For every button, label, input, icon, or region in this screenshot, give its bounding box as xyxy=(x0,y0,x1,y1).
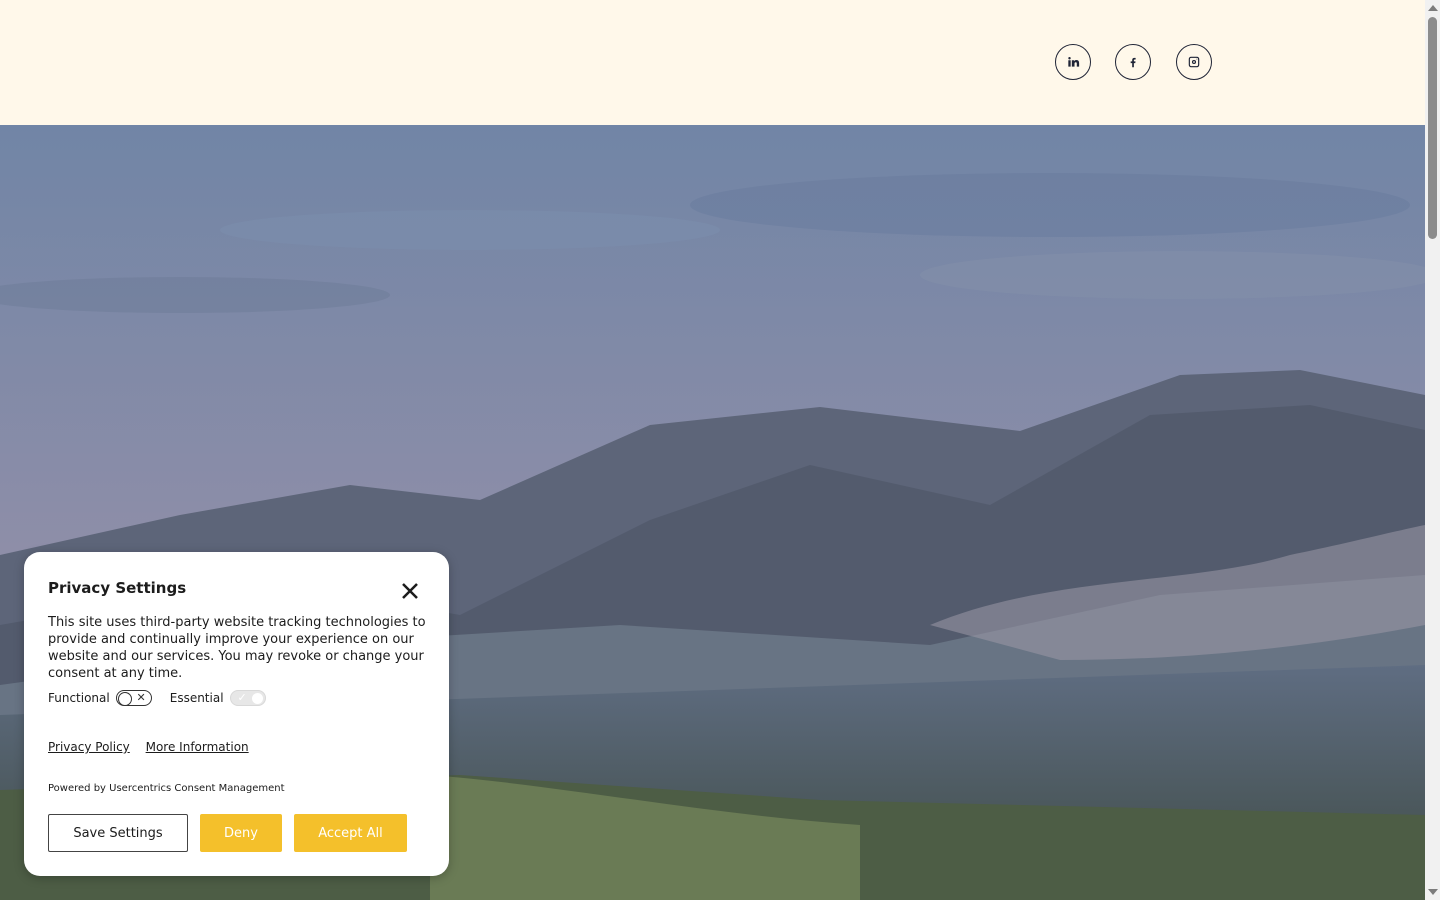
dialog-description: This site uses third-party website track… xyxy=(48,615,426,681)
site-header xyxy=(0,0,1425,125)
essential-label: Essential xyxy=(169,691,224,705)
privacy-settings-dialog: Privacy Settings This site uses third-pa… xyxy=(24,552,449,876)
check-icon: ✓ xyxy=(237,691,247,704)
save-settings-button[interactable]: Save Settings xyxy=(48,814,188,852)
deny-button[interactable]: Deny xyxy=(200,814,282,852)
facebook-button[interactable] xyxy=(1115,44,1151,80)
toggle-knob xyxy=(251,693,263,704)
functional-toggle[interactable]: ✕ xyxy=(115,690,152,706)
scroll-down-arrow-icon[interactable] xyxy=(1428,889,1438,895)
cross-icon: ✕ xyxy=(136,691,146,704)
privacy-policy-link[interactable]: Privacy Policy xyxy=(48,740,130,754)
more-information-link[interactable]: More Information xyxy=(146,740,249,754)
functional-label: Functional xyxy=(48,691,110,705)
instagram-icon xyxy=(1188,56,1200,68)
powered-by-text: Powered by Usercentrics Consent Manageme… xyxy=(48,783,285,794)
accept-all-button[interactable]: Accept All xyxy=(294,814,407,852)
linkedin-icon xyxy=(1068,57,1080,67)
consent-toggles: Functional ✕ Essential ✓ xyxy=(48,690,284,706)
page-scrollbar[interactable] xyxy=(1425,0,1440,900)
instagram-button[interactable] xyxy=(1176,44,1212,80)
toggle-knob xyxy=(117,692,132,706)
dialog-links: Privacy Policy More Information xyxy=(48,740,261,754)
close-button[interactable] xyxy=(398,579,422,603)
essential-toggle: ✓ xyxy=(229,690,266,706)
facebook-icon xyxy=(1130,57,1136,68)
close-icon xyxy=(402,583,418,599)
scroll-thumb[interactable] xyxy=(1428,17,1437,239)
linkedin-button[interactable] xyxy=(1055,44,1091,80)
dialog-title: Privacy Settings xyxy=(48,579,187,597)
scroll-up-arrow-icon[interactable] xyxy=(1428,5,1438,11)
